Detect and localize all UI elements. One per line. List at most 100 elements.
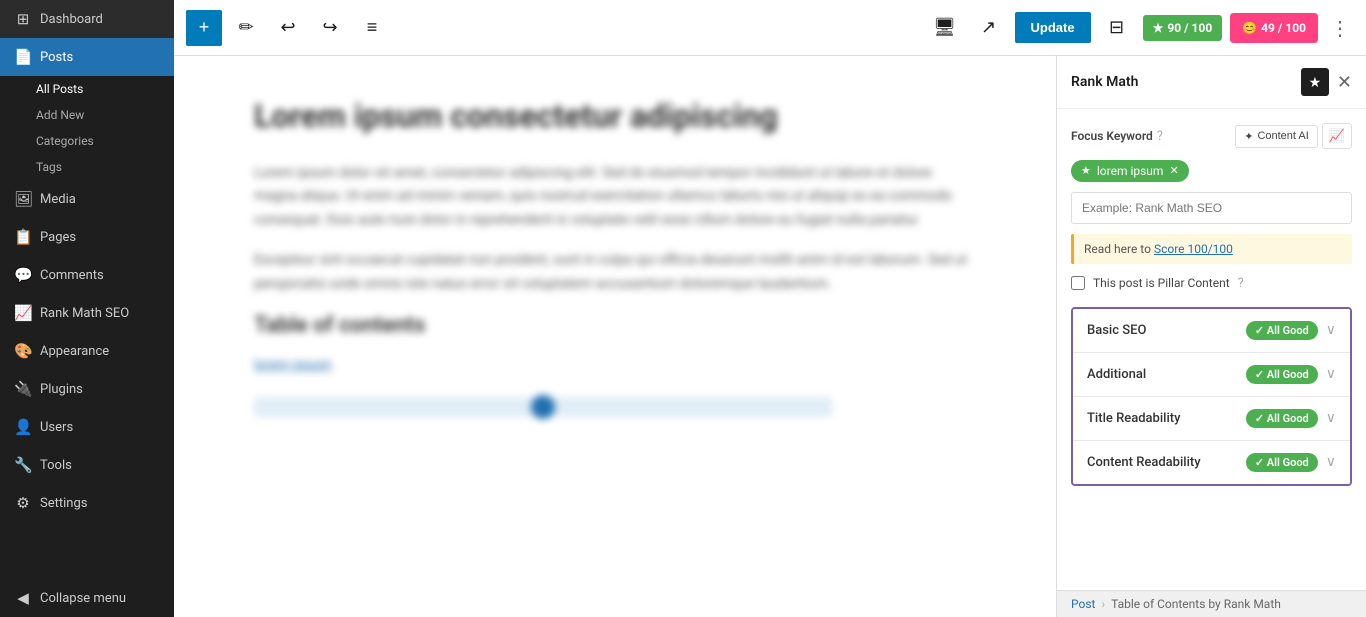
- redo-icon: ↪: [322, 17, 337, 38]
- rm-body: Focus Keyword ? ✦ Content AI 📈 ★ lorem i…: [1057, 109, 1366, 590]
- pillar-help-icon[interactable]: ?: [1238, 276, 1244, 291]
- sidebar-item-label: Pages: [40, 230, 76, 245]
- appearance-icon: 🎨: [14, 342, 32, 360]
- keyword-tag-remove-button[interactable]: ✕: [1169, 164, 1178, 177]
- sidebar-item-media[interactable]: 🖼 Media: [0, 180, 174, 218]
- sidebar-item-label: Collapse menu: [40, 591, 126, 606]
- pillar-checkbox[interactable]: [1071, 276, 1085, 290]
- sidebar-subitem-categories[interactable]: Categories: [0, 128, 174, 154]
- breadcrumb-current: Table of Contents by Rank Math: [1111, 597, 1281, 611]
- sidebar-item-plugins[interactable]: 🔌 Plugins: [0, 370, 174, 408]
- monitor-icon: 🖥: [933, 17, 956, 38]
- seo-score-badge[interactable]: ★ 90 / 100: [1143, 15, 1223, 41]
- rm-star-button[interactable]: ★: [1301, 68, 1329, 96]
- title-readability-chevron-icon: ∨: [1326, 410, 1336, 426]
- pages-icon: 📋: [14, 228, 32, 246]
- content-readability-badge: ✓ All Good: [1246, 453, 1318, 472]
- chart-button[interactable]: 📈: [1322, 123, 1352, 149]
- sidebar-item-appearance[interactable]: 🎨 Appearance: [0, 332, 174, 370]
- basic-seo-chevron-icon: ∨: [1326, 322, 1336, 338]
- keyword-input[interactable]: [1071, 192, 1352, 224]
- sidebar-item-settings[interactable]: ⚙ Settings: [0, 484, 174, 522]
- undo-button[interactable]: ↩: [270, 10, 306, 46]
- sidebar-item-rankmath[interactable]: 📈 Rank Math SEO: [0, 294, 174, 332]
- add-button[interactable]: +: [186, 10, 222, 46]
- readability-score-value: 49 / 100: [1261, 21, 1306, 35]
- rankmath-panel: Rank Math ★ ✕ Focus Keyword ? ✦ Content …: [1056, 56, 1366, 617]
- sidebar-item-pages[interactable]: 📋 Pages: [0, 218, 174, 256]
- tools-icon: 🔧: [14, 456, 32, 474]
- main-wrapper: + ✏ ↩ ↪ ≡ 🖥 ↗ Update ⊟ ★: [174, 0, 1366, 617]
- accordion-header-additional[interactable]: Additional ✓ All Good ∨: [1073, 353, 1350, 396]
- basic-seo-badge: ✓ All Good: [1246, 321, 1318, 340]
- toolbar-right: 🖥 ↗ Update ⊟ ★ 90 / 100 😊 49 / 100: [927, 10, 1354, 46]
- media-icon: 🖼: [14, 190, 32, 208]
- rm-close-button[interactable]: ✕: [1337, 72, 1352, 93]
- sidebar-item-label: Dashboard: [40, 12, 103, 27]
- accordion-header-title-readability[interactable]: Title Readability ✓ All Good ∨: [1073, 397, 1350, 440]
- sidebar-subitem-all-posts[interactable]: All Posts: [0, 76, 174, 102]
- content-readability-chevron-icon: ∨: [1326, 454, 1336, 470]
- rm-header: Rank Math ★ ✕: [1057, 56, 1366, 109]
- sidebar-item-label: Comments: [40, 268, 104, 283]
- sidebar-item-dashboard[interactable]: ⊞ Dashboard: [0, 0, 174, 38]
- sidebar-item-label: Posts: [40, 50, 73, 65]
- sidebar-item-tools[interactable]: 🔧 Tools: [0, 446, 174, 484]
- readability-score-value-wrap[interactable]: 😊 49 / 100: [1230, 13, 1318, 43]
- seo-score-value: 90 / 100: [1167, 21, 1212, 35]
- focus-keyword-help-icon[interactable]: ?: [1157, 129, 1163, 144]
- content-ai-button[interactable]: ✦ Content AI: [1235, 125, 1318, 148]
- breadcrumb-separator: ›: [1101, 597, 1105, 611]
- content-ai-label: Content AI: [1257, 130, 1308, 142]
- sidebar-item-label: Settings: [40, 496, 87, 511]
- update-button[interactable]: Update: [1015, 12, 1091, 43]
- more-options-button[interactable]: ⋮: [1326, 12, 1354, 44]
- notice-link[interactable]: Score 100/100: [1154, 242, 1233, 256]
- accordion-header-content-readability[interactable]: Content Readability ✓ All Good ∨: [1073, 441, 1350, 484]
- sidebar-item-collapse[interactable]: ◀ Collapse menu: [0, 579, 174, 617]
- pencil-button[interactable]: ✏: [228, 10, 264, 46]
- readability-icon: 😊: [1242, 21, 1257, 35]
- breadcrumb-parent[interactable]: Post: [1071, 597, 1095, 611]
- pillar-label: This post is Pillar Content: [1093, 276, 1230, 290]
- readability-score-badge: 😊 49 / 100: [1230, 13, 1318, 43]
- rm-notice: Read here to Score 100/100: [1071, 234, 1352, 264]
- accordion-label-additional: Additional: [1087, 367, 1246, 382]
- list-button[interactable]: ≡: [354, 10, 390, 46]
- sidebar-item-users[interactable]: 👤 Users: [0, 408, 174, 446]
- editor-main[interactable]: Lorem ipsum consectetur adipiscing Lorem…: [174, 56, 1056, 617]
- sidebar-item-comments[interactable]: 💬 Comments: [0, 256, 174, 294]
- subitem-label: Categories: [36, 134, 94, 148]
- focus-keyword-row: Focus Keyword ? ✦ Content AI 📈: [1071, 123, 1352, 149]
- dashboard-icon: ⊞: [14, 10, 32, 28]
- panel-button[interactable]: ⊟: [1099, 10, 1135, 46]
- sidebar: ⊞ Dashboard 📄 Posts All Posts Add New Ca…: [0, 0, 174, 617]
- rankmath-icon: 📈: [14, 304, 32, 322]
- accordion-item-basic-seo: Basic SEO ✓ All Good ∨: [1073, 309, 1350, 353]
- breadcrumb: Post › Table of Contents by Rank Math: [1057, 590, 1366, 617]
- sidebar-subitem-tags[interactable]: Tags: [0, 154, 174, 180]
- posts-icon: 📄: [14, 48, 32, 66]
- undo-icon: ↩: [280, 17, 295, 38]
- keyword-tag-container: ★ lorem ipsum ✕: [1071, 159, 1352, 182]
- title-readability-badge: ✓ All Good: [1246, 409, 1318, 428]
- external-link-button[interactable]: ↗: [971, 10, 1007, 46]
- sidebar-subitem-add-new[interactable]: Add New: [0, 102, 174, 128]
- editor-para-2: Excepteur sint occaecat cupidatat non pr…: [254, 249, 976, 297]
- monitor-button[interactable]: 🖥: [927, 10, 963, 46]
- subitem-label: Tags: [36, 160, 62, 174]
- subitem-label: All Posts: [36, 82, 83, 96]
- redo-button[interactable]: ↪: [312, 10, 348, 46]
- keyword-star-icon: ★: [1081, 164, 1091, 177]
- keyword-tag: ★ lorem ipsum ✕: [1071, 160, 1189, 182]
- sidebar-item-label: Users: [40, 420, 73, 435]
- accordion-header-basic-seo[interactable]: Basic SEO ✓ All Good ∨: [1073, 309, 1350, 352]
- content-ai-sparkle-icon: ✦: [1244, 130, 1253, 143]
- sidebar-item-posts[interactable]: 📄 Posts: [0, 38, 174, 76]
- score-star-icon: ★: [1153, 21, 1164, 35]
- list-icon: ≡: [367, 17, 378, 38]
- sidebar-item-label: Rank Math SEO: [40, 306, 129, 321]
- editor-content: Lorem ipsum consectetur adipiscing Lorem…: [254, 96, 976, 417]
- plugins-icon: 🔌: [14, 380, 32, 398]
- sidebar-item-label: Plugins: [40, 382, 83, 397]
